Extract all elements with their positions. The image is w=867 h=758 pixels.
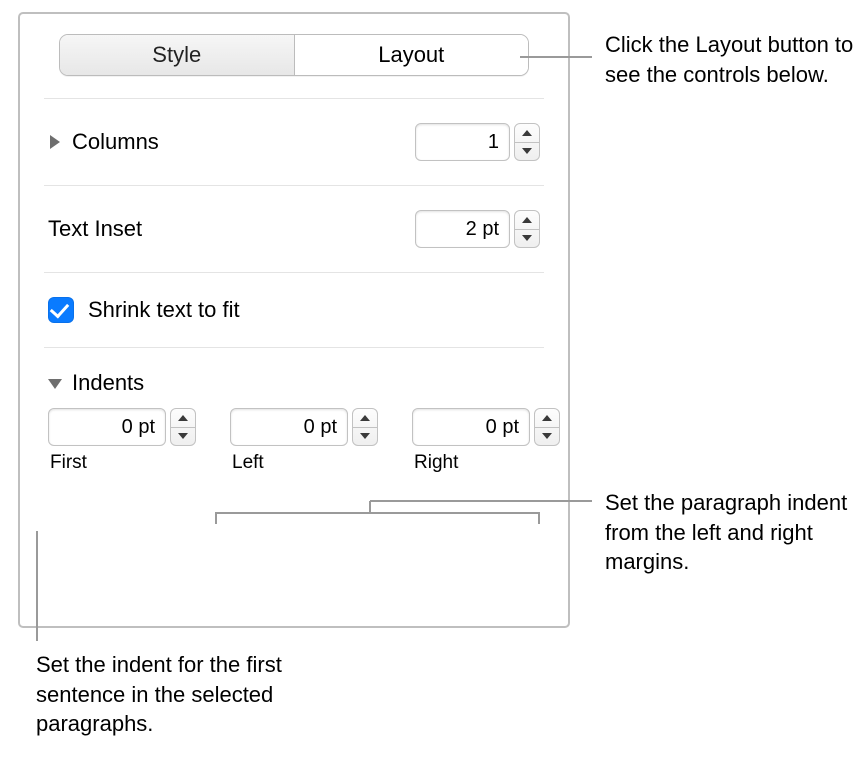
indent-first-stepper bbox=[48, 408, 196, 446]
indent-right-stepper bbox=[412, 408, 560, 446]
indent-right-decrease-button[interactable] bbox=[535, 427, 559, 446]
columns-decrease-button[interactable] bbox=[515, 142, 539, 161]
columns-input[interactable] bbox=[415, 123, 510, 161]
indent-right-increase-button[interactable] bbox=[535, 409, 559, 427]
chevron-up-icon bbox=[360, 415, 370, 421]
text-inset-stepper-buttons bbox=[514, 210, 540, 248]
indent-right-buttons bbox=[534, 408, 560, 446]
chevron-down-icon bbox=[360, 433, 370, 439]
tab-style[interactable]: Style bbox=[60, 35, 294, 75]
text-inset-increase-button[interactable] bbox=[515, 211, 539, 229]
indents-header: Indents bbox=[44, 348, 544, 408]
layout-panel: Style Layout Columns Text Inset bbox=[18, 12, 570, 628]
chevron-up-icon bbox=[178, 415, 188, 421]
callout-layout-hint: Click the Layout button to see the contr… bbox=[605, 30, 855, 89]
callout-margins-hint: Set the paragraph indent from the left a… bbox=[605, 488, 855, 577]
indent-right-group: Right bbox=[412, 408, 560, 474]
text-inset-row: Text Inset bbox=[44, 186, 544, 272]
chevron-down-icon bbox=[522, 148, 532, 154]
indents-label: Indents bbox=[72, 370, 144, 396]
indent-left-stepper bbox=[230, 408, 378, 446]
shrink-text-checkbox[interactable] bbox=[48, 297, 74, 323]
columns-row: Columns bbox=[44, 99, 544, 185]
callout-leader-line bbox=[520, 56, 592, 58]
chevron-down-icon bbox=[522, 235, 532, 241]
style-layout-segmented: Style Layout bbox=[59, 34, 529, 76]
columns-stepper bbox=[415, 123, 540, 161]
indent-first-decrease-button[interactable] bbox=[171, 427, 195, 446]
callout-leader-line bbox=[36, 531, 38, 641]
columns-stepper-buttons bbox=[514, 123, 540, 161]
indent-right-sublabel: Right bbox=[412, 452, 458, 474]
chevron-up-icon bbox=[522, 130, 532, 136]
chevron-down-icon[interactable] bbox=[48, 376, 62, 390]
indent-left-decrease-button[interactable] bbox=[353, 427, 377, 446]
indent-right-input[interactable] bbox=[412, 408, 530, 446]
indent-first-group: First bbox=[48, 408, 196, 474]
chevron-down-icon bbox=[178, 433, 188, 439]
indent-first-input[interactable] bbox=[48, 408, 166, 446]
callout-leader-line bbox=[370, 500, 592, 502]
indent-first-sublabel: First bbox=[48, 452, 87, 474]
indent-left-buttons bbox=[352, 408, 378, 446]
columns-label: Columns bbox=[72, 129, 159, 155]
text-inset-stepper bbox=[415, 210, 540, 248]
callout-first-hint: Set the indent for the first sentence in… bbox=[36, 650, 296, 739]
callout-leader-line bbox=[369, 501, 371, 513]
tab-layout[interactable]: Layout bbox=[294, 35, 529, 75]
chevron-right-icon[interactable] bbox=[48, 135, 62, 149]
callout-bracket bbox=[215, 512, 540, 524]
chevron-up-icon bbox=[522, 217, 532, 223]
chevron-up-icon bbox=[542, 415, 552, 421]
indent-left-sublabel: Left bbox=[230, 452, 264, 474]
indent-first-buttons bbox=[170, 408, 196, 446]
indent-left-group: Left bbox=[230, 408, 378, 474]
indent-first-increase-button[interactable] bbox=[171, 409, 195, 427]
chevron-down-icon bbox=[542, 433, 552, 439]
shrink-text-row: Shrink text to fit bbox=[44, 273, 544, 347]
indent-left-input[interactable] bbox=[230, 408, 348, 446]
text-inset-label: Text Inset bbox=[48, 216, 142, 242]
indents-fields: First Left bbox=[44, 408, 544, 482]
shrink-text-label: Shrink text to fit bbox=[88, 297, 240, 323]
indent-left-increase-button[interactable] bbox=[353, 409, 377, 427]
text-inset-input[interactable] bbox=[415, 210, 510, 248]
text-inset-decrease-button[interactable] bbox=[515, 229, 539, 248]
columns-increase-button[interactable] bbox=[515, 124, 539, 142]
